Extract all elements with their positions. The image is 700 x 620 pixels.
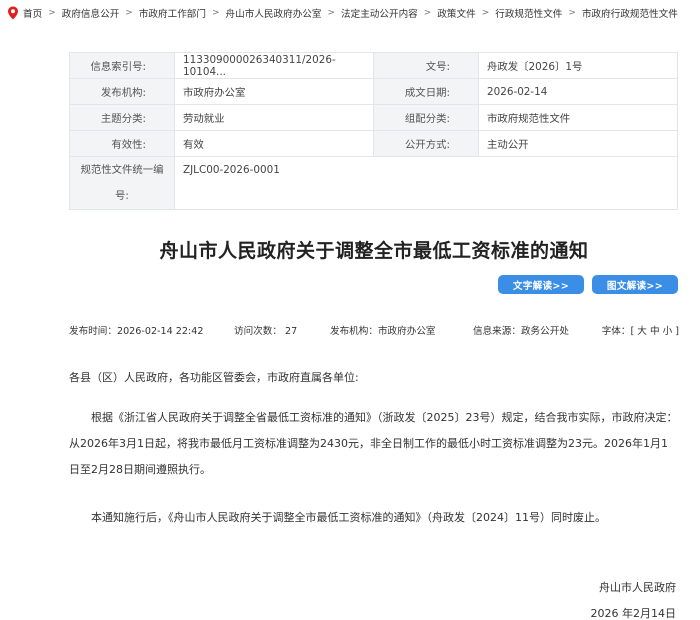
breadcrumb-separator: > bbox=[568, 8, 576, 18]
breadcrumb-statutory[interactable]: 法定主动公开内容 bbox=[341, 6, 418, 20]
category-value: 市政府规范性文件 bbox=[478, 104, 678, 131]
page-title: 舟山市人民政府关于调整全市最低工资标准的通知 bbox=[159, 240, 589, 262]
doc-no-label: 文号: bbox=[373, 52, 479, 79]
breadcrumb-home[interactable]: 首页 bbox=[23, 6, 42, 20]
breadcrumb-separator: > bbox=[327, 8, 336, 18]
info-row: 有效性: 有效 公开方式: 主动公开 bbox=[69, 130, 678, 157]
date-value: 2026-02-14 bbox=[478, 78, 678, 105]
signature-block: 舟山市人民政府 2026 年2月14日 bbox=[591, 575, 677, 620]
breadcrumb-gov-info[interactable]: 政府信息公开 bbox=[62, 6, 120, 20]
info-row: 规范性文件统一编 号: ZJLC00-2026-0001 bbox=[69, 156, 678, 210]
breadcrumb-office[interactable]: 舟山市人民政府办公室 bbox=[226, 6, 322, 20]
breadcrumb-separator: > bbox=[125, 8, 133, 18]
font-small-option[interactable]: 小 bbox=[663, 326, 673, 337]
breadcrumb-separator: > bbox=[481, 8, 490, 18]
breadcrumb-separator: > bbox=[423, 8, 432, 18]
info-row: 发布机构: 市政府办公室 成文日期: 2026-02-14 bbox=[69, 78, 678, 105]
text-interpretation-button[interactable]: 文字解读>> bbox=[498, 275, 584, 294]
doc-no-value: 舟政发〔2026〕1号 bbox=[478, 52, 678, 79]
breadcrumb-city-normative[interactable]: 市政府行政规范性文件 bbox=[582, 6, 678, 20]
code-label: 规范性文件统一编 号: bbox=[69, 156, 175, 210]
issuer-label: 发布机构: bbox=[69, 78, 175, 105]
font-size-control: 字体：[ 大 中 小 ] bbox=[602, 323, 679, 337]
code-value: ZJLC00-2026-0001 bbox=[174, 156, 678, 210]
breadcrumb-normative[interactable]: 行政规范性文件 bbox=[495, 6, 562, 20]
validity-label: 有效性: bbox=[69, 130, 175, 157]
info-row: 主题分类: 劳动就业 组配分类: 市政府规范性文件 bbox=[69, 104, 678, 131]
issuer-value: 市政府办公室 bbox=[174, 78, 374, 105]
disclosure-label: 公开方式: bbox=[373, 130, 479, 157]
font-medium-option[interactable]: 中 bbox=[650, 326, 660, 337]
graphic-interpretation-button[interactable]: 图文解读>> bbox=[592, 275, 678, 294]
signature-date: 2026 年2月14日 bbox=[590, 607, 677, 620]
category-label: 组配分类: bbox=[373, 104, 479, 131]
breadcrumb-separator: > bbox=[212, 8, 220, 18]
font-size-label: 字体：[ bbox=[601, 326, 635, 337]
validity-value: 有效 bbox=[174, 130, 374, 157]
visit-count: 访问次数： 27 bbox=[234, 326, 298, 337]
body-paragraph: 本通知施行后，《舟山市人民政府关于调整全市最低工资标准的通知》（舟政发〔2024… bbox=[91, 511, 606, 524]
signature-org: 舟山市人民政府 bbox=[599, 581, 676, 594]
topic-value: 劳动就业 bbox=[174, 104, 374, 131]
salutation: 各县（区）人民政府，各功能区管委会，市政府直属各单位: bbox=[69, 371, 359, 384]
index-label: 信息索引号: bbox=[69, 52, 175, 79]
index-value: 113309000026340311/2026-10104... bbox=[174, 52, 374, 79]
location-pin-icon bbox=[8, 6, 18, 20]
breadcrumb: 首页 > 政府信息公开 > 市政府工作部门 > 舟山市人民政府办公室 > 法定主… bbox=[7, 4, 678, 22]
body-paragraph: 根据《浙江省人民政府关于调整全省最低工资标准的通知》（浙政发〔2025〕23号）… bbox=[69, 411, 678, 476]
font-size-end: ] bbox=[675, 326, 679, 337]
disclosure-value: 主动公开 bbox=[478, 130, 678, 157]
font-large-option[interactable]: 大 bbox=[637, 326, 647, 337]
info-source: 信息来源：政务公开处 bbox=[473, 326, 569, 337]
code-label-line2: 号: bbox=[115, 190, 129, 202]
breadcrumb-departments[interactable]: 市政府工作部门 bbox=[139, 6, 206, 20]
info-row: 信息索引号: 113309000026340311/2026-10104... … bbox=[69, 52, 678, 79]
topic-label: 主题分类: bbox=[69, 104, 175, 131]
publisher: 发布机构：市政府办公室 bbox=[330, 326, 436, 337]
code-label-line1: 规范性文件统一编 bbox=[80, 164, 164, 176]
breadcrumb-separator: > bbox=[48, 8, 56, 18]
document-info-table: 信息索引号: 113309000026340311/2026-10104... … bbox=[69, 52, 678, 210]
breadcrumb-policy[interactable]: 政策文件 bbox=[437, 6, 475, 20]
date-label: 成文日期: bbox=[373, 78, 479, 105]
publish-time: 发布时间：2026-02-14 22:42 bbox=[69, 326, 204, 337]
